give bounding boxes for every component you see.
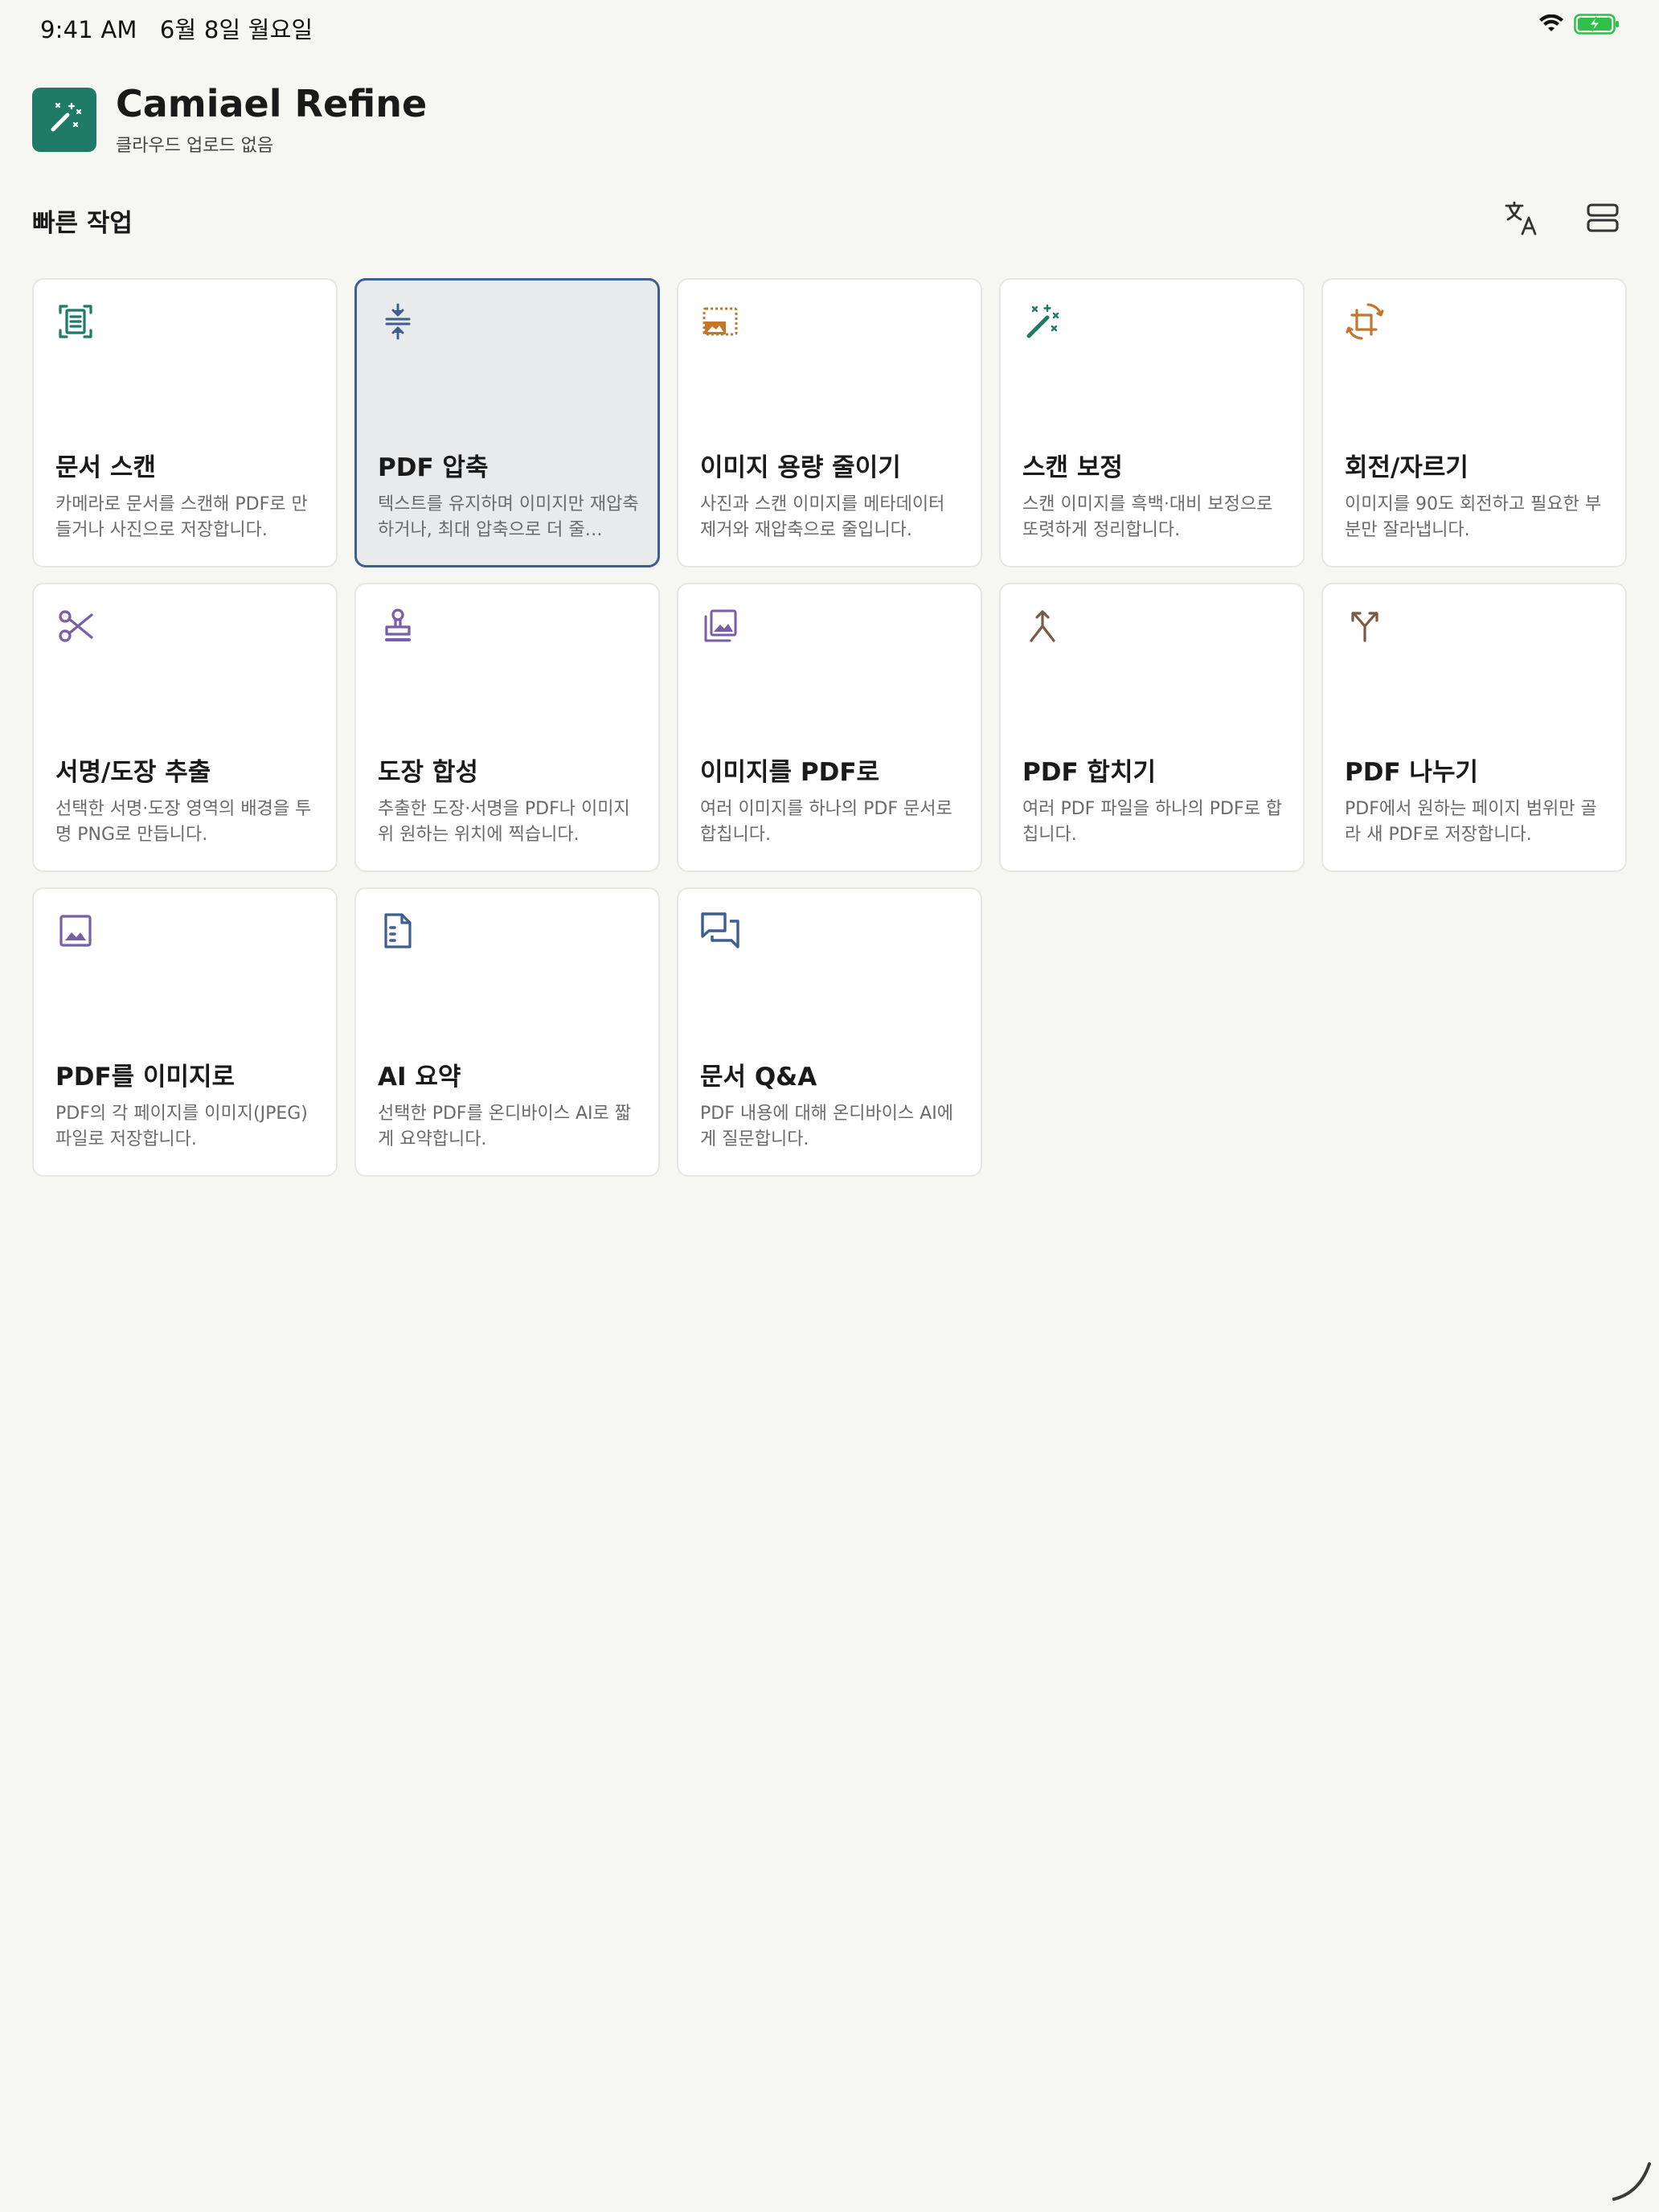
app-subtitle: 클라우드 업로드 없음: [116, 135, 274, 156]
card-pdf-to-images[interactable]: PDF를 이미지로 PDF의 각 페이지를 이미지(JPEG) 파일로 저장합니…: [32, 887, 338, 1177]
card-document-qa[interactable]: 문서 Q&A PDF 내용에 대해 온디바이스 AI에게 질문합니다.: [677, 887, 982, 1177]
card-title: 이미지 용량 줄이기: [700, 453, 901, 482]
status-date: 6월 8일 월요일: [159, 16, 313, 43]
card-title: AI 요약: [378, 1063, 461, 1092]
card-ai-summary[interactable]: AI 요약 선택한 PDF를 온디바이스 AI로 짧게 요약합니다.: [354, 887, 660, 1177]
card-rotate-crop[interactable]: 회전/자르기 이미지를 90도 회전하고 필요한 부분만 잘라냅니다.: [1321, 278, 1627, 567]
card-pdf-compress[interactable]: PDF 압축 텍스트를 유지하며 이미지만 재압축하거나, 최대 압축으로 더 …: [354, 278, 660, 567]
crop-rotate-icon: [1344, 301, 1386, 342]
card-document-scan[interactable]: 문서 스캔 카메라로 문서를 스캔해 PDF로 만들거나 사진으로 저장합니다.: [32, 278, 338, 567]
home-indicator-corner: [1608, 2157, 1656, 2209]
card-title: PDF 압축: [378, 453, 489, 482]
card-title: 도장 합성: [378, 758, 478, 787]
card-description: 카메라로 문서를 스캔해 PDF로 만들거나 사진으로 저장합니다.: [55, 494, 308, 540]
card-description: 선택한 서명·도장 영역의 배경을 투명 PNG로 만듭니다.: [55, 799, 312, 845]
card-description: 여러 PDF 파일을 하나의 PDF로 합칩니다.: [1022, 799, 1283, 845]
translate-icon: [1503, 199, 1542, 240]
card-pdf-split[interactable]: PDF 나누기 PDF에서 원하는 페이지 범위만 골라 새 PDF로 저장합니…: [1321, 583, 1627, 872]
card-description: 선택한 PDF를 온디바이스 AI로 짧게 요약합니다.: [378, 1104, 632, 1149]
card-title: PDF 나누기: [1345, 758, 1478, 787]
image-resize-icon: [699, 301, 741, 342]
app-logo: [32, 88, 96, 153]
toolbar: [1498, 195, 1627, 243]
card-description: 스캔 이미지를 흑백·대비 보정으로 또렷하게 정리합니다.: [1022, 494, 1273, 540]
card-images-to-pdf[interactable]: 이미지를 PDF로 여러 이미지를 하나의 PDF 문서로 합칩니다.: [677, 583, 982, 872]
magic-wand-icon: [1022, 301, 1063, 342]
card-title: 서명/도장 추출: [55, 758, 211, 787]
wifi-icon: [1538, 14, 1564, 34]
document-summary-icon: [377, 910, 419, 952]
card-stamp-compose[interactable]: 도장 합성 추출한 도장·서명을 PDF나 이미지 위 원하는 위치에 찍습니다…: [354, 583, 660, 872]
card-signature-extract[interactable]: 서명/도장 추출 선택한 서명·도장 영역의 배경을 투명 PNG로 만듭니다.: [32, 583, 338, 872]
split-icon: [1344, 605, 1386, 647]
section-title: 빠른 작업: [32, 209, 133, 238]
card-description: 텍스트를 유지하며 이미지만 재압축하거나, 최대 압축으로 더 줄…: [378, 494, 639, 540]
scissors-icon: [55, 605, 96, 647]
status-bar: 9:41 AM 6월 8일 월요일: [0, 0, 1659, 51]
document-scan-icon: [55, 301, 96, 342]
card-title: 스캔 보정: [1022, 453, 1123, 482]
merge-icon: [1022, 605, 1063, 647]
quick-actions-grid: 문서 스캔 카메라로 문서를 스캔해 PDF로 만들거나 사진으로 저장합니다.…: [32, 278, 1627, 1177]
card-title: 문서 스캔: [55, 453, 156, 482]
compress-icon: [377, 301, 419, 342]
magic-wand-icon: [45, 99, 84, 141]
card-pdf-merge[interactable]: PDF 합치기 여러 PDF 파일을 하나의 PDF로 합칩니다.: [999, 583, 1305, 872]
card-description: PDF 내용에 대해 온디바이스 AI에게 질문합니다.: [700, 1104, 954, 1149]
card-description: 이미지를 90도 회전하고 필요한 부분만 잘라냅니다.: [1345, 494, 1602, 540]
layout-toggle-icon: [1585, 200, 1620, 238]
app-title: Camiael Refine: [116, 82, 428, 125]
card-title: PDF 합치기: [1022, 758, 1156, 787]
card-image-resize[interactable]: 이미지 용량 줄이기 사진과 스캔 이미지를 메타데이터 제거와 재압축으로 줄…: [677, 278, 982, 567]
card-description: 여러 이미지를 하나의 PDF 문서로 합칩니다.: [700, 799, 952, 845]
card-description: 사진과 스캔 이미지를 메타데이터 제거와 재압축으로 줄입니다.: [700, 494, 945, 540]
card-title: 회전/자르기: [1345, 453, 1469, 482]
images-stack-icon: [699, 605, 741, 647]
status-time-date: 9:41 AM 6월 8일 월요일: [40, 11, 313, 45]
stamp-icon: [377, 605, 419, 647]
chat-bubbles-icon: [699, 910, 741, 952]
card-title: PDF를 이미지로: [55, 1063, 236, 1092]
translate-button[interactable]: [1498, 195, 1546, 243]
battery-charging-icon: [1574, 13, 1620, 35]
status-time: 9:41 AM: [40, 16, 137, 43]
card-title: 이미지를 PDF로: [700, 758, 880, 787]
status-icons: [1538, 13, 1620, 35]
card-scan-enhance[interactable]: 스캔 보정 스캔 이미지를 흑백·대비 보정으로 또렷하게 정리합니다.: [999, 278, 1305, 567]
app-header: Camiael Refine 클라우드 업로드 없음: [32, 84, 427, 157]
card-description: PDF에서 원하는 페이지 범위만 골라 새 PDF로 저장합니다.: [1345, 799, 1597, 845]
layout-toggle-button[interactable]: [1579, 195, 1627, 243]
card-title: 문서 Q&A: [700, 1063, 817, 1092]
card-description: 추출한 도장·서명을 PDF나 이미지 위 원하는 위치에 찍습니다.: [378, 799, 630, 845]
card-description: PDF의 각 페이지를 이미지(JPEG) 파일로 저장합니다.: [55, 1104, 308, 1149]
image-icon: [55, 910, 96, 952]
